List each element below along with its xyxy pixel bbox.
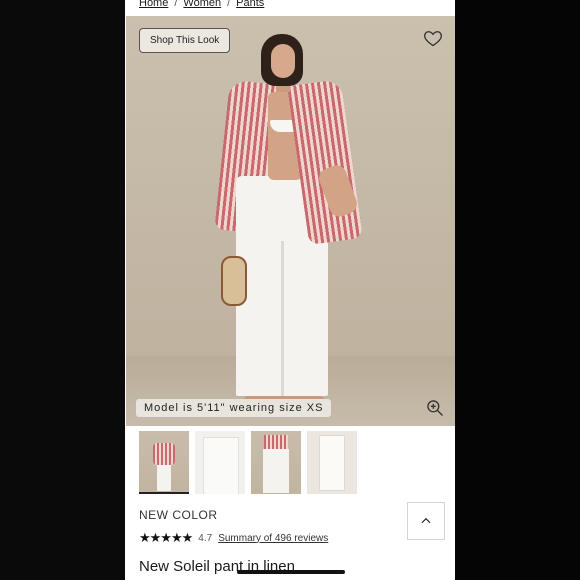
product-hero-image[interactable]: Shop This Look Model is 5'11" wearing si… bbox=[126, 16, 455, 426]
thumbnail-4[interactable] bbox=[307, 431, 357, 494]
reviews-summary-link[interactable]: Summary of 496 reviews bbox=[218, 533, 328, 544]
star-rating-icon: ★★★★★ bbox=[139, 530, 193, 545]
thumbnail-3[interactable] bbox=[251, 431, 301, 494]
thumbnail-shirt bbox=[264, 435, 288, 449]
thumbnail-pants bbox=[319, 435, 345, 491]
right-backdrop bbox=[455, 0, 580, 580]
breadcrumb-women[interactable]: Women bbox=[183, 0, 221, 9]
thumbnail-strip bbox=[139, 431, 357, 494]
thumbnail-shirt bbox=[153, 443, 175, 465]
left-backdrop bbox=[0, 0, 125, 580]
thumbnail-2[interactable] bbox=[195, 431, 245, 494]
model-face bbox=[271, 44, 295, 78]
heart-icon[interactable] bbox=[423, 28, 443, 48]
rating-row: ★★★★★ 4.7 Summary of 496 reviews bbox=[139, 530, 328, 546]
model-size-note: Model is 5'11" wearing size XS bbox=[136, 399, 332, 417]
back-to-top-button[interactable] bbox=[407, 502, 445, 540]
thumbnail-pants bbox=[157, 463, 171, 491]
breadcrumb: Home / Women / Pants bbox=[139, 0, 264, 9]
breadcrumb-pants[interactable]: Pants bbox=[236, 0, 264, 9]
woven-bag bbox=[221, 256, 247, 306]
product-page: Home / Women / Pants Shop This Look Mode… bbox=[125, 0, 455, 580]
rating-value: 4.7 bbox=[198, 532, 213, 544]
thumbnail-pants bbox=[263, 449, 289, 493]
chevron-up-icon bbox=[421, 517, 431, 524]
breadcrumb-separator: / bbox=[227, 0, 231, 9]
thumbnail-pants bbox=[203, 437, 239, 494]
new-color-badge: NEW COLOR bbox=[139, 508, 218, 522]
home-indicator[interactable] bbox=[237, 570, 345, 574]
thumbnail-1[interactable] bbox=[139, 431, 189, 494]
breadcrumb-home[interactable]: Home bbox=[139, 0, 168, 9]
shop-this-look-button[interactable]: Shop This Look bbox=[139, 28, 231, 53]
pants-seam bbox=[281, 241, 284, 396]
breadcrumb-separator: / bbox=[174, 0, 178, 9]
zoom-in-icon[interactable] bbox=[425, 398, 445, 418]
